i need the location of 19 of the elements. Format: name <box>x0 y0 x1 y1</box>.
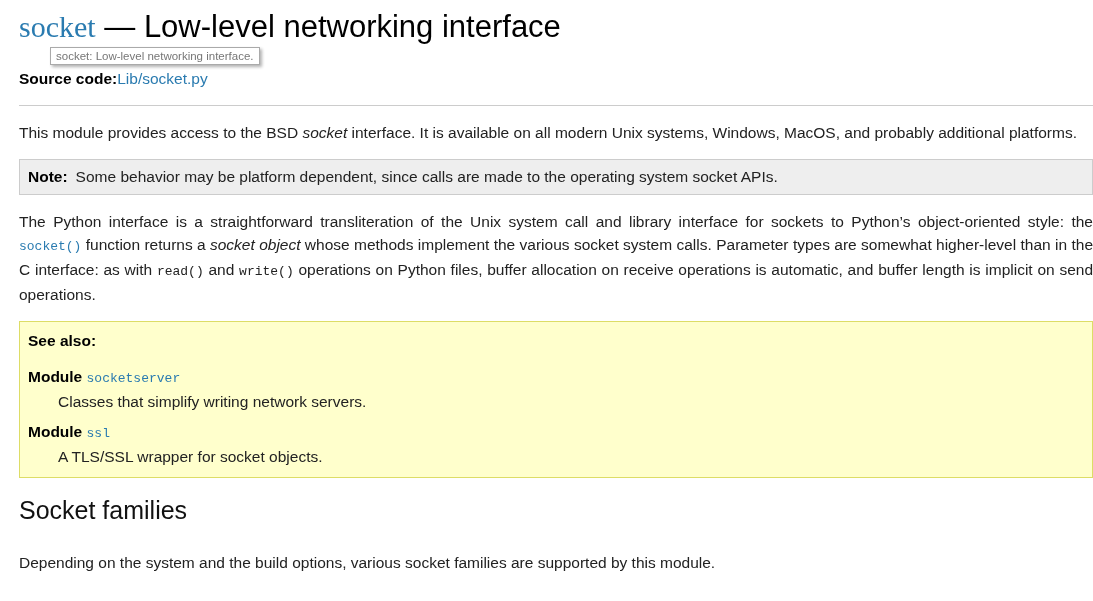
module-description: Classes that simplify writing network servers. <box>57 392 368 412</box>
intro-paragraph: This module provides access to the BSD socket interface. It is available on all modern Unix systems, Windows, MacOS, and probably additional platforms. <box>19 123 1078 143</box>
module-link[interactable]: ssl <box>86 426 110 441</box>
module-link[interactable]: socket <box>19 10 96 43</box>
code-link[interactable]: socket() <box>19 239 82 254</box>
source-label: Source code: <box>19 70 118 87</box>
module-link[interactable]: socketserver <box>86 371 181 386</box>
section-title: Socket families <box>19 496 189 525</box>
module-label: Module <box>28 423 83 440</box>
tooltip: socket: Low-level networking interface. <box>50 47 260 65</box>
module-label: Module <box>28 368 83 385</box>
section-paragraph: Depending on the system and the build options, various socket families are supported by this module. <box>19 553 717 573</box>
note-label: Note: <box>28 168 68 185</box>
note-text: Some behavior may be platform dependent, since calls are made to the operating system socket APIs. <box>75 168 778 185</box>
module-description: A TLS/SSL wrapper for socket objects. <box>57 447 324 467</box>
source-link[interactable]: Lib/socket.py <box>117 70 208 87</box>
see-also-title: See also: <box>28 331 98 351</box>
page-title: — Low-level networking interface <box>104 9 561 44</box>
body-paragraph: The Python interface is a straightforward transliteration of the Unix system call and library interface for sockets to Python’s object-oriented style: the socket() function returns a socket object whose methods implement the various socket system calls. Parameter types are somewhat higher-level than in the C interface: as with read() and write() operations on Python files, buffer allocation on receive operations is automatic, and buffer length is implicit on send operations. <box>19 212 1093 305</box>
